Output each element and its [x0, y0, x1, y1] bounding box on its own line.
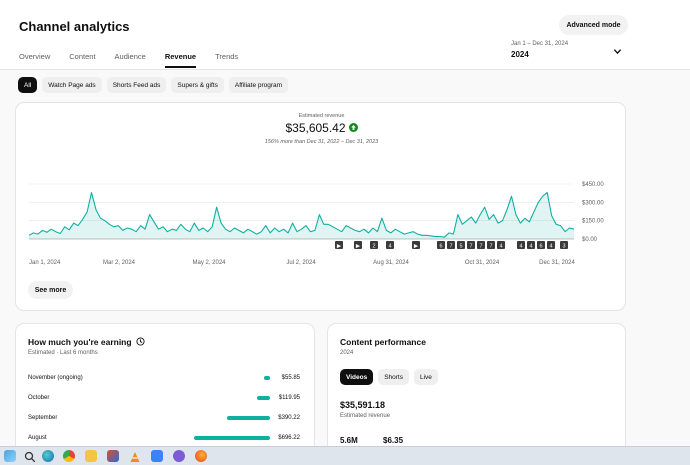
earning-row: November (ongoing) $55.85 [28, 374, 300, 384]
tab-revenue[interactable]: Revenue [164, 52, 197, 68]
earning-bar [263, 376, 270, 380]
advanced-mode-button[interactable]: Advanced mode [559, 15, 628, 35]
x-tick-label: Jan 1, 2024 [29, 260, 61, 266]
revenue-chart: $450.00 $300.00 $150.00 $0.00 Jan 1, 2024 Mar… [28, 182, 604, 266]
content-marker-label: 3 [562, 243, 565, 249]
content-marker-label: 7 [479, 243, 482, 249]
earning-title-row: How much you're earning [28, 337, 145, 347]
y-tick-label: $150.00 [582, 219, 604, 225]
content-marker-label: 7 [489, 243, 492, 249]
chrome-icon[interactable] [63, 450, 75, 462]
content-marker-label: 5 [459, 243, 462, 249]
earning-row: August $696.22 [28, 434, 300, 444]
x-tick-label: Dec 31, 2024 [539, 260, 575, 266]
x-tick-label: Jul 2, 2024 [286, 260, 316, 266]
earning-month: August [28, 435, 47, 441]
content-marker-label: 4 [388, 243, 391, 249]
performance-revenue-value: $35,591.18 [340, 400, 386, 410]
search-icon[interactable] [24, 450, 36, 463]
office-icon[interactable] [107, 450, 119, 462]
vlc-icon[interactable] [129, 450, 141, 462]
chip-affiliate-program[interactable]: Affiliate program [228, 77, 289, 93]
earning-card: How much you're earning Estimated · Last… [15, 323, 315, 453]
tab-audience[interactable]: Audience [115, 52, 146, 68]
chat-icon[interactable] [173, 450, 185, 462]
date-range-year: 2024 [511, 50, 529, 59]
file-explorer-icon[interactable] [85, 450, 97, 462]
tab-overview[interactable]: Overview [19, 52, 50, 68]
chip-watch-page-ads[interactable]: Watch Page ads [42, 77, 102, 93]
performance-chips: Videos Shorts Live [340, 369, 443, 385]
tab-trends[interactable]: Trends [215, 52, 238, 68]
content-marker-label: 4 [529, 243, 532, 249]
performance-revenue-label: Estimated revenue [340, 413, 391, 419]
content-marker-label: 6 [439, 243, 442, 249]
x-tick-label: May 2, 2024 [192, 260, 226, 266]
performance-metric-rpm: $6.35 [383, 436, 404, 445]
revenue-filter-chips: All Watch Page ads Shorts Feed ads Super… [18, 77, 293, 93]
tab-content[interactable]: Content [69, 52, 95, 68]
x-tick-label: Oct 31, 2024 [465, 260, 500, 266]
y-tick-label: $300.00 [582, 200, 604, 206]
earning-value: $55.85 [281, 375, 300, 381]
see-more-button[interactable]: See more [28, 281, 73, 299]
earning-value: $119.95 [278, 395, 300, 401]
tab-bar: Overview Content Audience Revenue Trends [19, 52, 257, 68]
clock-icon[interactable] [136, 337, 145, 346]
x-tick-label: Mar 2, 2024 [103, 260, 136, 266]
earning-month: November (ongoing) [28, 375, 83, 381]
taskbar [0, 446, 690, 465]
page-title: Channel analytics [19, 19, 130, 34]
content-marker-label: 4 [549, 243, 552, 249]
earning-bar [256, 396, 270, 400]
performance-metric-views: 5.6M [340, 436, 358, 445]
content-marker-label: 4 [519, 243, 522, 249]
content-marker-label: 6 [539, 243, 542, 249]
content-performance-card: Content performance 2024 Videos Shorts L… [327, 323, 626, 453]
edge-icon[interactable] [42, 450, 54, 462]
chip-shorts-feed-ads[interactable]: Shorts Feed ads [106, 77, 167, 93]
earning-value: $390.22 [278, 415, 300, 421]
date-range-picker[interactable]: Jan 1 – Dec 31, 2024 2024 [511, 41, 568, 59]
earning-value: $696.22 [278, 435, 300, 441]
content-marker-label: 7 [449, 243, 452, 249]
content-marker-label: 7 [469, 243, 472, 249]
content-marker-label: 2 [372, 243, 375, 249]
earning-subtitle: Estimated · Last 6 months [28, 350, 98, 356]
earning-row: October $119.95 [28, 394, 300, 404]
earning-row: September $390.22 [28, 414, 300, 424]
channel-analytics-page: Channel analytics Advanced mode Overview… [0, 0, 690, 465]
windows-explorer-icon[interactable] [4, 450, 16, 462]
chip-live[interactable]: Live [414, 369, 438, 385]
y-tick-label: $0.00 [582, 237, 598, 243]
chip-all[interactable]: All [18, 77, 38, 93]
y-tick-label: $450.00 [582, 182, 604, 188]
chip-shorts[interactable]: Shorts [378, 369, 409, 385]
earning-month: October [28, 395, 50, 401]
earning-bar [194, 436, 270, 440]
store-icon[interactable] [151, 450, 163, 462]
x-tick-label: Aug 31, 2024 [373, 260, 409, 266]
chip-videos[interactable]: Videos [340, 369, 374, 385]
revenue-card: Estimated revenue $35,605.42 156% more t… [15, 102, 626, 311]
chip-supers-gifts[interactable]: Supers & gifts [171, 77, 224, 93]
earning-month: September [28, 415, 58, 421]
earning-bar [227, 416, 270, 420]
performance-subtitle: 2024 [340, 350, 354, 356]
firefox-icon[interactable] [195, 450, 207, 462]
date-range-text: Jan 1 – Dec 31, 2024 [511, 41, 569, 47]
header: Channel analytics Advanced mode Overview… [0, 0, 690, 70]
chevron-down-icon[interactable] [613, 47, 622, 56]
performance-title: Content performance [340, 337, 426, 347]
earning-title: How much you're earning [28, 337, 132, 347]
content-marker-label: 4 [499, 243, 502, 249]
